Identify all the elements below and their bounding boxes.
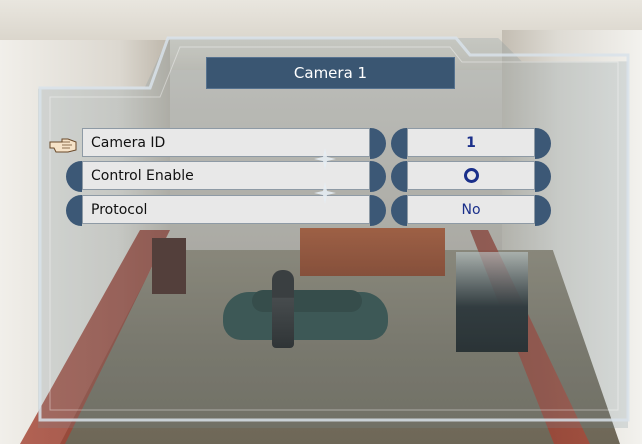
sparkle-icon bbox=[314, 182, 336, 204]
label-cap-right bbox=[370, 195, 386, 226]
menu-row-control-enable[interactable]: Control Enable bbox=[66, 161, 551, 192]
sparkle-icon bbox=[314, 148, 336, 170]
value-cap-left bbox=[391, 161, 407, 192]
osd-frame-fill bbox=[38, 38, 628, 428]
label-cap-right bbox=[370, 161, 386, 192]
protocol-value[interactable]: No bbox=[407, 195, 535, 224]
label-cap-left bbox=[66, 195, 82, 226]
enabled-ring-icon bbox=[463, 168, 479, 183]
control-enable-value[interactable] bbox=[407, 161, 535, 190]
camera-id-value[interactable]: 1 bbox=[407, 128, 535, 157]
menu-title: Camera 1 bbox=[206, 57, 455, 89]
label-cap-right bbox=[370, 128, 386, 159]
menu-row-camera-id[interactable]: Camera ID 1 bbox=[66, 128, 551, 159]
value-cap-left bbox=[391, 195, 407, 226]
value-cap-left bbox=[391, 128, 407, 159]
menu-row-protocol[interactable]: Protocol No bbox=[66, 195, 551, 226]
label-cap-left bbox=[66, 161, 82, 192]
